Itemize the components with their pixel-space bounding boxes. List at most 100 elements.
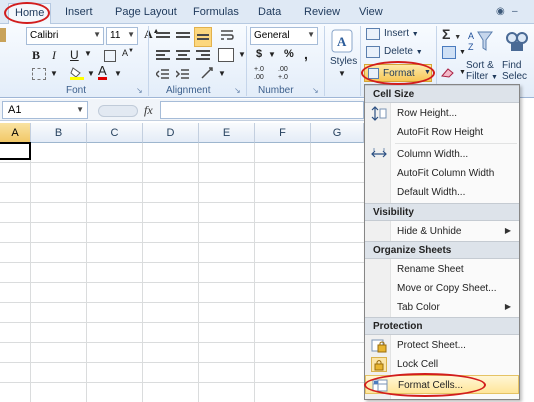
menu-item-column-width[interactable]: Column Width... [365, 145, 519, 164]
column-header-label: B [54, 127, 63, 139]
tab-insert[interactable]: Insert [65, 6, 93, 18]
menu-item-autofit-column-width[interactable]: AutoFit Column Width [365, 164, 519, 183]
decrease-decimal-button[interactable]: .00 +.0 [278, 66, 288, 82]
comma-button[interactable]: , [304, 46, 308, 62]
column-header-d[interactable]: D [143, 123, 199, 143]
find-select-button[interactable]: Find Selec [502, 60, 527, 82]
menu-item-autofit-row-height[interactable]: AutoFit Row Height [365, 123, 519, 142]
paste-icon[interactable] [0, 28, 6, 42]
column-header-c[interactable]: C [87, 123, 143, 143]
protect-sheet-icon [371, 338, 387, 353]
find-select-label-1: Find [502, 60, 522, 71]
currency-dropdown[interactable]: ▼ [268, 50, 276, 59]
wrap-text-icon[interactable] [220, 28, 234, 42]
menu-item-move-copy-sheet[interactable]: Move or Copy Sheet... [365, 279, 519, 298]
decrease-indent-icon[interactable] [154, 68, 170, 80]
sort-filter-icon[interactable]: AZ [468, 28, 494, 54]
font-name-combo[interactable]: Calibri ▼ [26, 27, 104, 45]
align-center-icon[interactable] [176, 48, 190, 62]
orientation-icon[interactable] [200, 66, 216, 80]
align-right-icon[interactable] [196, 48, 210, 62]
name-box[interactable]: A1 ▼ [2, 101, 88, 119]
menu-item-rename-sheet[interactable]: Rename Sheet [365, 260, 519, 279]
menu-item-label: Protect Sheet... [397, 340, 466, 351]
orientation-dropdown[interactable]: ▼ [218, 69, 226, 78]
menu-item-lock-cell[interactable]: Lock Cell [365, 355, 519, 374]
shrink-font-button[interactable]: A▼ [122, 48, 134, 58]
menu-item-default-width[interactable]: Default Width... [365, 183, 519, 202]
tab-formulas[interactable]: Formulas [193, 6, 239, 18]
help-icon[interactable]: ◉ [496, 6, 505, 17]
group-separator [324, 26, 325, 96]
styles-button[interactable]: Styles [330, 56, 357, 67]
column-header-label: G [332, 127, 342, 139]
underline-button[interactable]: U [70, 48, 79, 62]
window-minimize-icon[interactable]: – [512, 6, 518, 17]
underline-dropdown[interactable]: ▼ [84, 49, 92, 58]
increase-decimal-glyph: +.0 .00 [254, 66, 264, 81]
menu-item-protect-sheet[interactable]: Protect Sheet... [365, 336, 519, 355]
number-format-combo[interactable]: General ▼ [250, 27, 318, 45]
merge-dropdown[interactable]: ▼ [238, 50, 246, 59]
column-width-icon [371, 147, 387, 162]
italic-button[interactable]: I [52, 48, 56, 63]
font-dialog-launcher-icon[interactable]: ↘ [136, 86, 143, 95]
format-cells-highlight-ellipse [364, 373, 486, 397]
column-header-g[interactable]: G [311, 123, 364, 143]
delete-cells-label: Delete [384, 46, 413, 57]
number-dialog-launcher-icon[interactable]: ↘ [312, 86, 319, 95]
fill-icon[interactable] [442, 46, 456, 59]
tab-review[interactable]: Review [304, 6, 340, 18]
fill-color-icon[interactable] [70, 66, 84, 80]
find-select-icon[interactable] [504, 28, 528, 54]
insert-function-icon[interactable]: fx [144, 103, 153, 118]
bold-button[interactable]: B [32, 48, 40, 63]
increase-indent-icon[interactable] [175, 68, 190, 80]
menu-item-hide-unhide[interactable]: Hide & Unhide ▶ [365, 222, 519, 241]
borders-dropdown-icon[interactable] [32, 68, 46, 80]
align-bottom-icon[interactable] [194, 27, 212, 47]
column-header-e[interactable]: E [199, 123, 255, 143]
insert-cells-button[interactable]: Insert ▼ [384, 28, 419, 39]
fill-color-dropdown[interactable]: ▼ [87, 69, 95, 78]
column-header-label: F [279, 127, 286, 139]
autosum-button[interactable]: Σ ▼ [442, 26, 461, 42]
formula-input[interactable] [160, 101, 364, 119]
tab-page-layout[interactable]: Page Layout [115, 6, 177, 18]
currency-button[interactable]: $ [256, 48, 262, 60]
sort-filter-button[interactable]: Sort & Filter ▼ [466, 60, 498, 83]
font-color-button[interactable]: A [98, 64, 107, 80]
delete-cells-icon[interactable] [366, 46, 380, 58]
tab-view[interactable]: View [359, 6, 383, 18]
menu-item-row-height[interactable]: Row Height... [365, 104, 519, 123]
menu-section-protection: Protection [365, 317, 519, 335]
font-color-dropdown[interactable]: ▼ [114, 69, 122, 78]
alignment-dialog-launcher-icon[interactable]: ↘ [234, 86, 241, 95]
percent-button[interactable]: % [284, 48, 294, 60]
clear-icon[interactable] [440, 66, 456, 78]
increase-decimal-button[interactable]: +.0 .00 [254, 66, 264, 82]
alignment-group-label: Alignment [166, 85, 211, 96]
menu-item-tab-color[interactable]: Tab Color ▶ [365, 298, 519, 317]
number-format-value: General [254, 30, 290, 41]
insert-cells-icon[interactable] [366, 28, 380, 40]
borders-dropdown-arrow[interactable]: ▼ [50, 69, 58, 78]
delete-cells-button[interactable]: Delete ▼ [384, 46, 423, 57]
styles-dropdown[interactable]: ▼ [338, 69, 346, 78]
merge-center-icon[interactable] [218, 48, 234, 62]
column-header-f[interactable]: F [255, 123, 311, 143]
column-header-b[interactable]: B [31, 123, 87, 143]
clear-dropdown[interactable]: ▼ [459, 69, 466, 76]
align-top-icon[interactable] [156, 30, 170, 40]
styles-icon[interactable]: A [330, 28, 354, 54]
worksheet-grid[interactable] [0, 143, 364, 402]
formula-divider-handle[interactable] [98, 105, 138, 117]
column-header-a[interactable]: A [0, 123, 31, 143]
fill-dropdown[interactable]: ▼ [459, 49, 466, 56]
align-middle-icon[interactable] [176, 30, 190, 40]
active-cell-a1[interactable] [0, 142, 31, 160]
borders-icon[interactable] [104, 50, 116, 62]
tab-data[interactable]: Data [258, 6, 281, 18]
font-size-combo[interactable]: 11 ▼ [106, 27, 138, 45]
align-left-icon[interactable] [156, 48, 170, 62]
